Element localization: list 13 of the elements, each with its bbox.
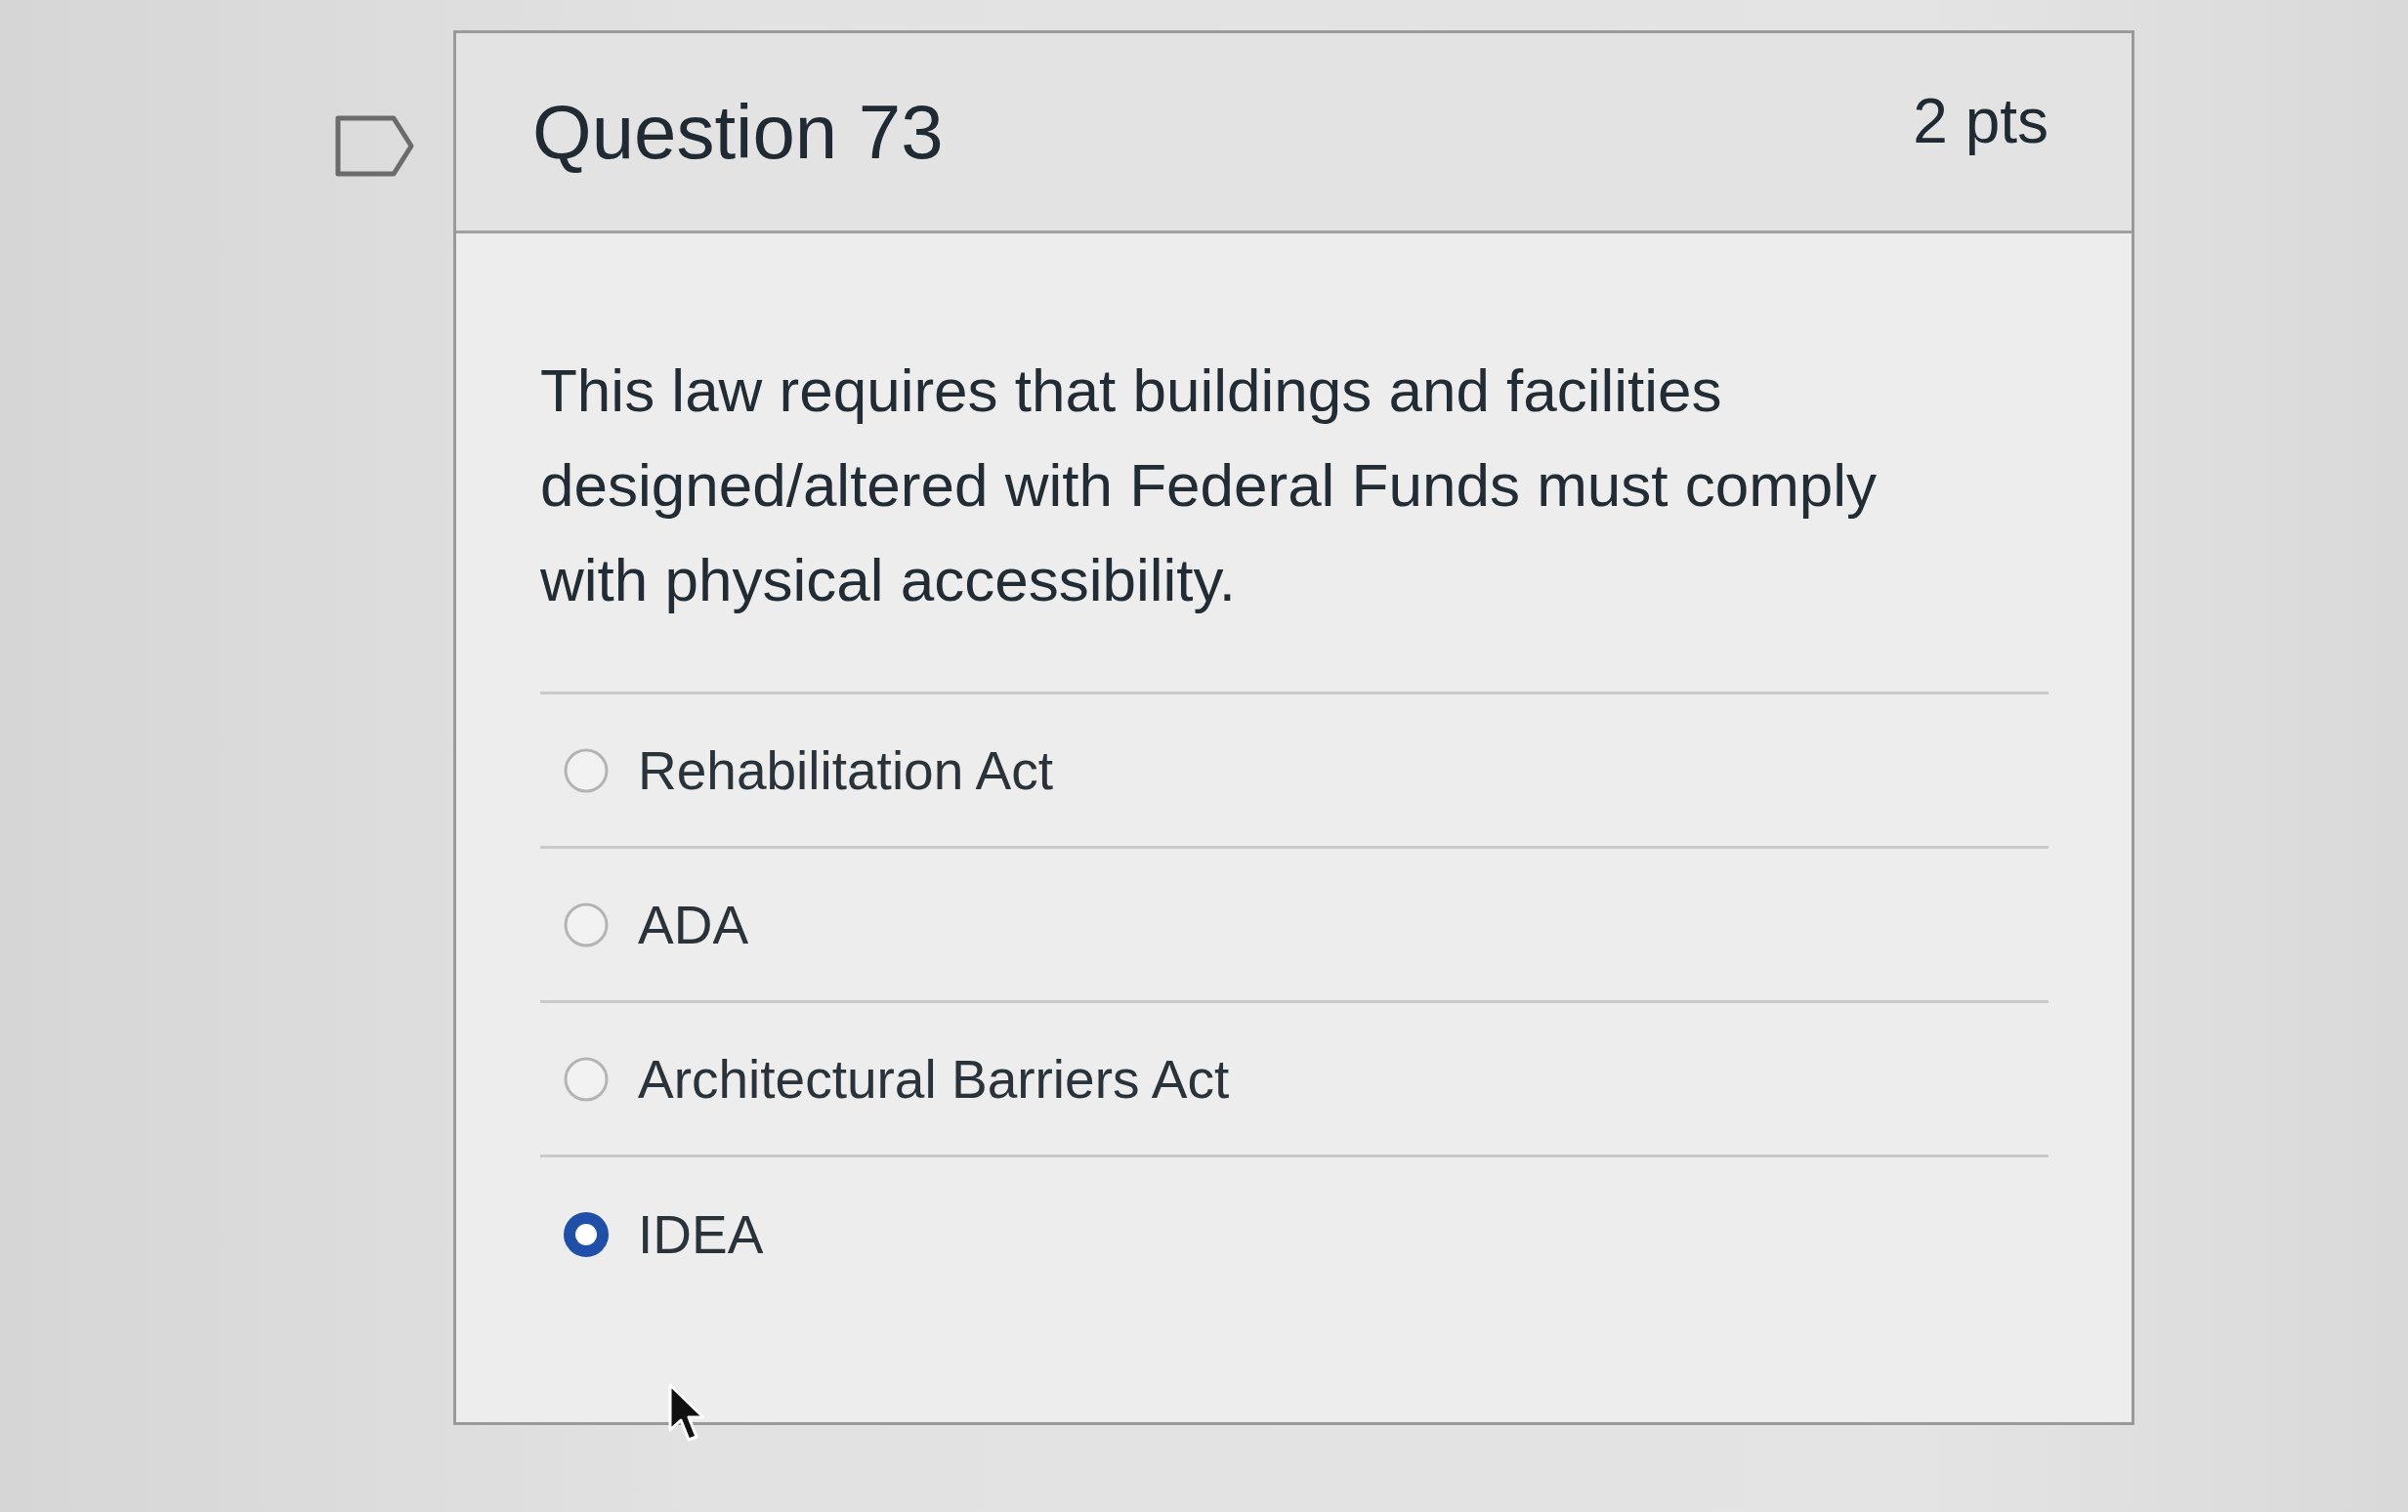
flag-icon[interactable] (335, 115, 414, 177)
answer-label[interactable]: ADA (638, 893, 749, 956)
radio-button[interactable] (564, 902, 609, 947)
mouse-pointer-icon (668, 1383, 707, 1444)
radio-button[interactable] (564, 747, 609, 793)
points-label: 2 pts (1913, 85, 2049, 157)
question-text: This law requires that buildings and facilities designed/altered with Federal Funds must comply with physical accessibility. (540, 356, 1879, 615)
radio-button[interactable] (564, 1056, 609, 1102)
answer-label[interactable]: Rehabilitation Act (638, 738, 1053, 802)
answer-label[interactable]: Architectural Barriers Act (638, 1047, 1230, 1111)
question-title: Question 73 (532, 87, 944, 177)
radio-button[interactable] (564, 1212, 609, 1257)
answer-label[interactable]: IDEA (638, 1203, 764, 1266)
